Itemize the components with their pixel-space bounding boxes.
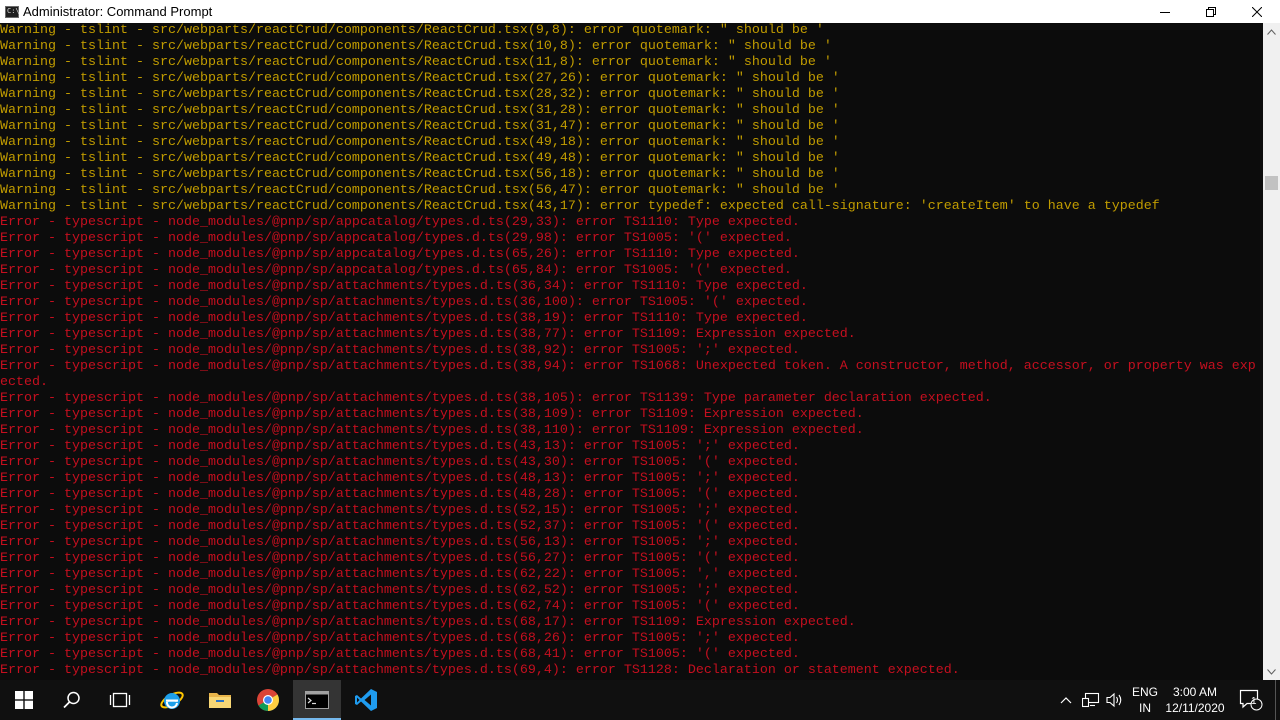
console-warning-line: Warning - tslint - src/webparts/reactCru…	[0, 183, 840, 198]
clock-time: 3:00 AM	[1172, 685, 1218, 699]
console-warning-line: Warning - tslint - src/webparts/reactCru…	[0, 23, 824, 38]
vscode-icon	[355, 689, 377, 711]
volume-button[interactable]	[1104, 680, 1126, 720]
console-error-line: Error - typescript - node_modules/@pnp/s…	[0, 647, 800, 662]
action-center-button[interactable]: 1	[1236, 680, 1266, 720]
show-hidden-icons-button[interactable]	[1058, 680, 1074, 720]
console-warning-line: Warning - tslint - src/webparts/reactCru…	[0, 55, 832, 70]
console-warning-line: Warning - tslint - src/webparts/reactCru…	[0, 87, 840, 102]
console-error-line: Error - typescript - node_modules/@pnp/s…	[0, 295, 808, 310]
clock-date: 12/11/2020	[1165, 701, 1225, 715]
console-error-line: Error - typescript - node_modules/@pnp/s…	[0, 263, 792, 278]
scrollbar-thumb[interactable]	[1265, 176, 1278, 190]
internet-explorer-icon	[160, 691, 184, 709]
console-output[interactable]: Warning - tslint - src/webparts/reactCru…	[0, 23, 1263, 680]
console-error-line: Error - typescript - node_modules/@pnp/s…	[0, 535, 800, 550]
taskbar-vscode[interactable]	[342, 680, 390, 720]
taskbar-internet-explorer[interactable]	[148, 680, 196, 720]
task-view-button[interactable]	[96, 680, 144, 720]
console-error-line: Error - typescript - node_modules/@pnp/s…	[0, 423, 864, 438]
folder-icon	[209, 693, 231, 708]
chrome-icon	[257, 689, 279, 711]
console-warning-line: Warning - tslint - src/webparts/reactCru…	[0, 151, 840, 166]
close-button[interactable]	[1234, 0, 1280, 23]
window-controls	[1142, 0, 1280, 23]
start-button[interactable]	[0, 680, 48, 720]
console-error-line: Error - typescript - node_modules/@pnp/s…	[0, 631, 800, 646]
restore-button[interactable]	[1188, 0, 1234, 23]
command-prompt-icon[interactable]: C:\	[5, 5, 20, 18]
console-error-line: Error - typescript - node_modules/@pnp/s…	[0, 215, 800, 230]
scroll-down-button[interactable]	[1263, 663, 1280, 680]
chevron-down-icon	[1267, 668, 1276, 675]
chevron-up-icon	[1060, 697, 1072, 704]
console-error-line: Error - typescript - node_modules/@pnp/s…	[0, 615, 856, 630]
minimize-icon	[1160, 11, 1170, 13]
speaker-icon	[1106, 692, 1122, 708]
console-error-line: Error - typescript - node_modules/@pnp/s…	[0, 551, 800, 566]
console-warning-line: Warning - tslint - src/webparts/reactCru…	[0, 39, 832, 54]
windows-logo-icon	[15, 691, 33, 709]
console-error-line: Error - typescript - node_modules/@pnp/s…	[0, 487, 800, 502]
console-warning-line: Warning - tslint - src/webparts/reactCru…	[0, 135, 840, 150]
search-button[interactable]	[48, 680, 96, 720]
console-error-line: Error - typescript - node_modules/@pnp/s…	[0, 471, 800, 486]
console-error-line: Error - typescript - node_modules/@pnp/s…	[0, 279, 808, 294]
console-warning-line: Warning - tslint - src/webparts/reactCru…	[0, 103, 840, 118]
system-clock[interactable]: 3:00 AM 12/11/2020	[1162, 684, 1228, 716]
console-warning-line: Warning - tslint - src/webparts/reactCru…	[0, 167, 840, 182]
console-error-line: Error - typescript - node_modules/@pnp/s…	[0, 407, 864, 422]
restore-icon	[1206, 6, 1216, 17]
console-error-line: Error - typescript - node_modules/@pnp/s…	[0, 599, 800, 614]
console-warning-line: Warning - tslint - src/webparts/reactCru…	[0, 119, 840, 134]
chevron-up-icon	[1267, 28, 1276, 35]
show-desktop-button[interactable]	[1275, 680, 1276, 720]
console-error-line: Error - typescript - node_modules/@pnp/s…	[0, 231, 792, 246]
console-error-line: Error - typescript - node_modules/@pnp/s…	[0, 567, 800, 582]
minimize-button[interactable]	[1142, 0, 1188, 23]
console-warning-line: Warning - tslint - src/webparts/reactCru…	[0, 199, 1160, 214]
network-icon	[1082, 692, 1100, 708]
console-error-line: Error - typescript - node_modules/@pnp/s…	[0, 583, 800, 598]
console-error-line: ected.	[0, 375, 48, 390]
console-error-line: Error - typescript - node_modules/@pnp/s…	[0, 311, 808, 326]
console-error-line: Error - typescript - node_modules/@pnp/s…	[0, 519, 800, 534]
taskbar: ENG IN 3:00 AM 12/11/2020 1	[0, 680, 1280, 720]
notification-badge: 1	[1251, 696, 1257, 707]
search-icon	[63, 691, 80, 709]
taskbar-file-explorer[interactable]	[196, 680, 244, 720]
console-error-line: Error - typescript - node_modules/@pnp/s…	[0, 327, 856, 342]
console-error-line: Error - typescript - node_modules/@pnp/s…	[0, 359, 1256, 374]
vertical-scrollbar[interactable]	[1263, 23, 1280, 680]
console-error-line: Error - typescript - node_modules/@pnp/s…	[0, 439, 800, 454]
language-secondary: IN	[1139, 701, 1151, 715]
console-error-line: Error - typescript - node_modules/@pnp/s…	[0, 455, 800, 470]
input-language-indicator[interactable]: ENG IN	[1128, 684, 1162, 716]
console-error-line: Error - typescript - node_modules/@pnp/s…	[0, 247, 800, 262]
network-button[interactable]	[1080, 680, 1102, 720]
taskbar-chrome[interactable]	[244, 680, 292, 720]
console-warning-line: Warning - tslint - src/webparts/reactCru…	[0, 71, 840, 86]
console-error-line: Error - typescript - node_modules/@pnp/s…	[0, 391, 992, 406]
console-error-line: Error - typescript - node_modules/@pnp/s…	[0, 663, 960, 678]
taskbar-command-prompt[interactable]	[293, 680, 341, 720]
window-title: Administrator: Command Prompt	[23, 4, 213, 19]
close-icon	[1252, 6, 1262, 17]
command-prompt-icon	[305, 691, 329, 709]
scroll-up-button[interactable]	[1263, 23, 1280, 40]
task-view-icon	[109, 692, 131, 708]
language-primary: ENG	[1131, 685, 1158, 699]
console-error-line: Error - typescript - node_modules/@pnp/s…	[0, 503, 800, 518]
console-error-line: Error - typescript - node_modules/@pnp/s…	[0, 343, 800, 358]
window-titlebar[interactable]: C:\ Administrator: Command Prompt	[0, 0, 1280, 23]
